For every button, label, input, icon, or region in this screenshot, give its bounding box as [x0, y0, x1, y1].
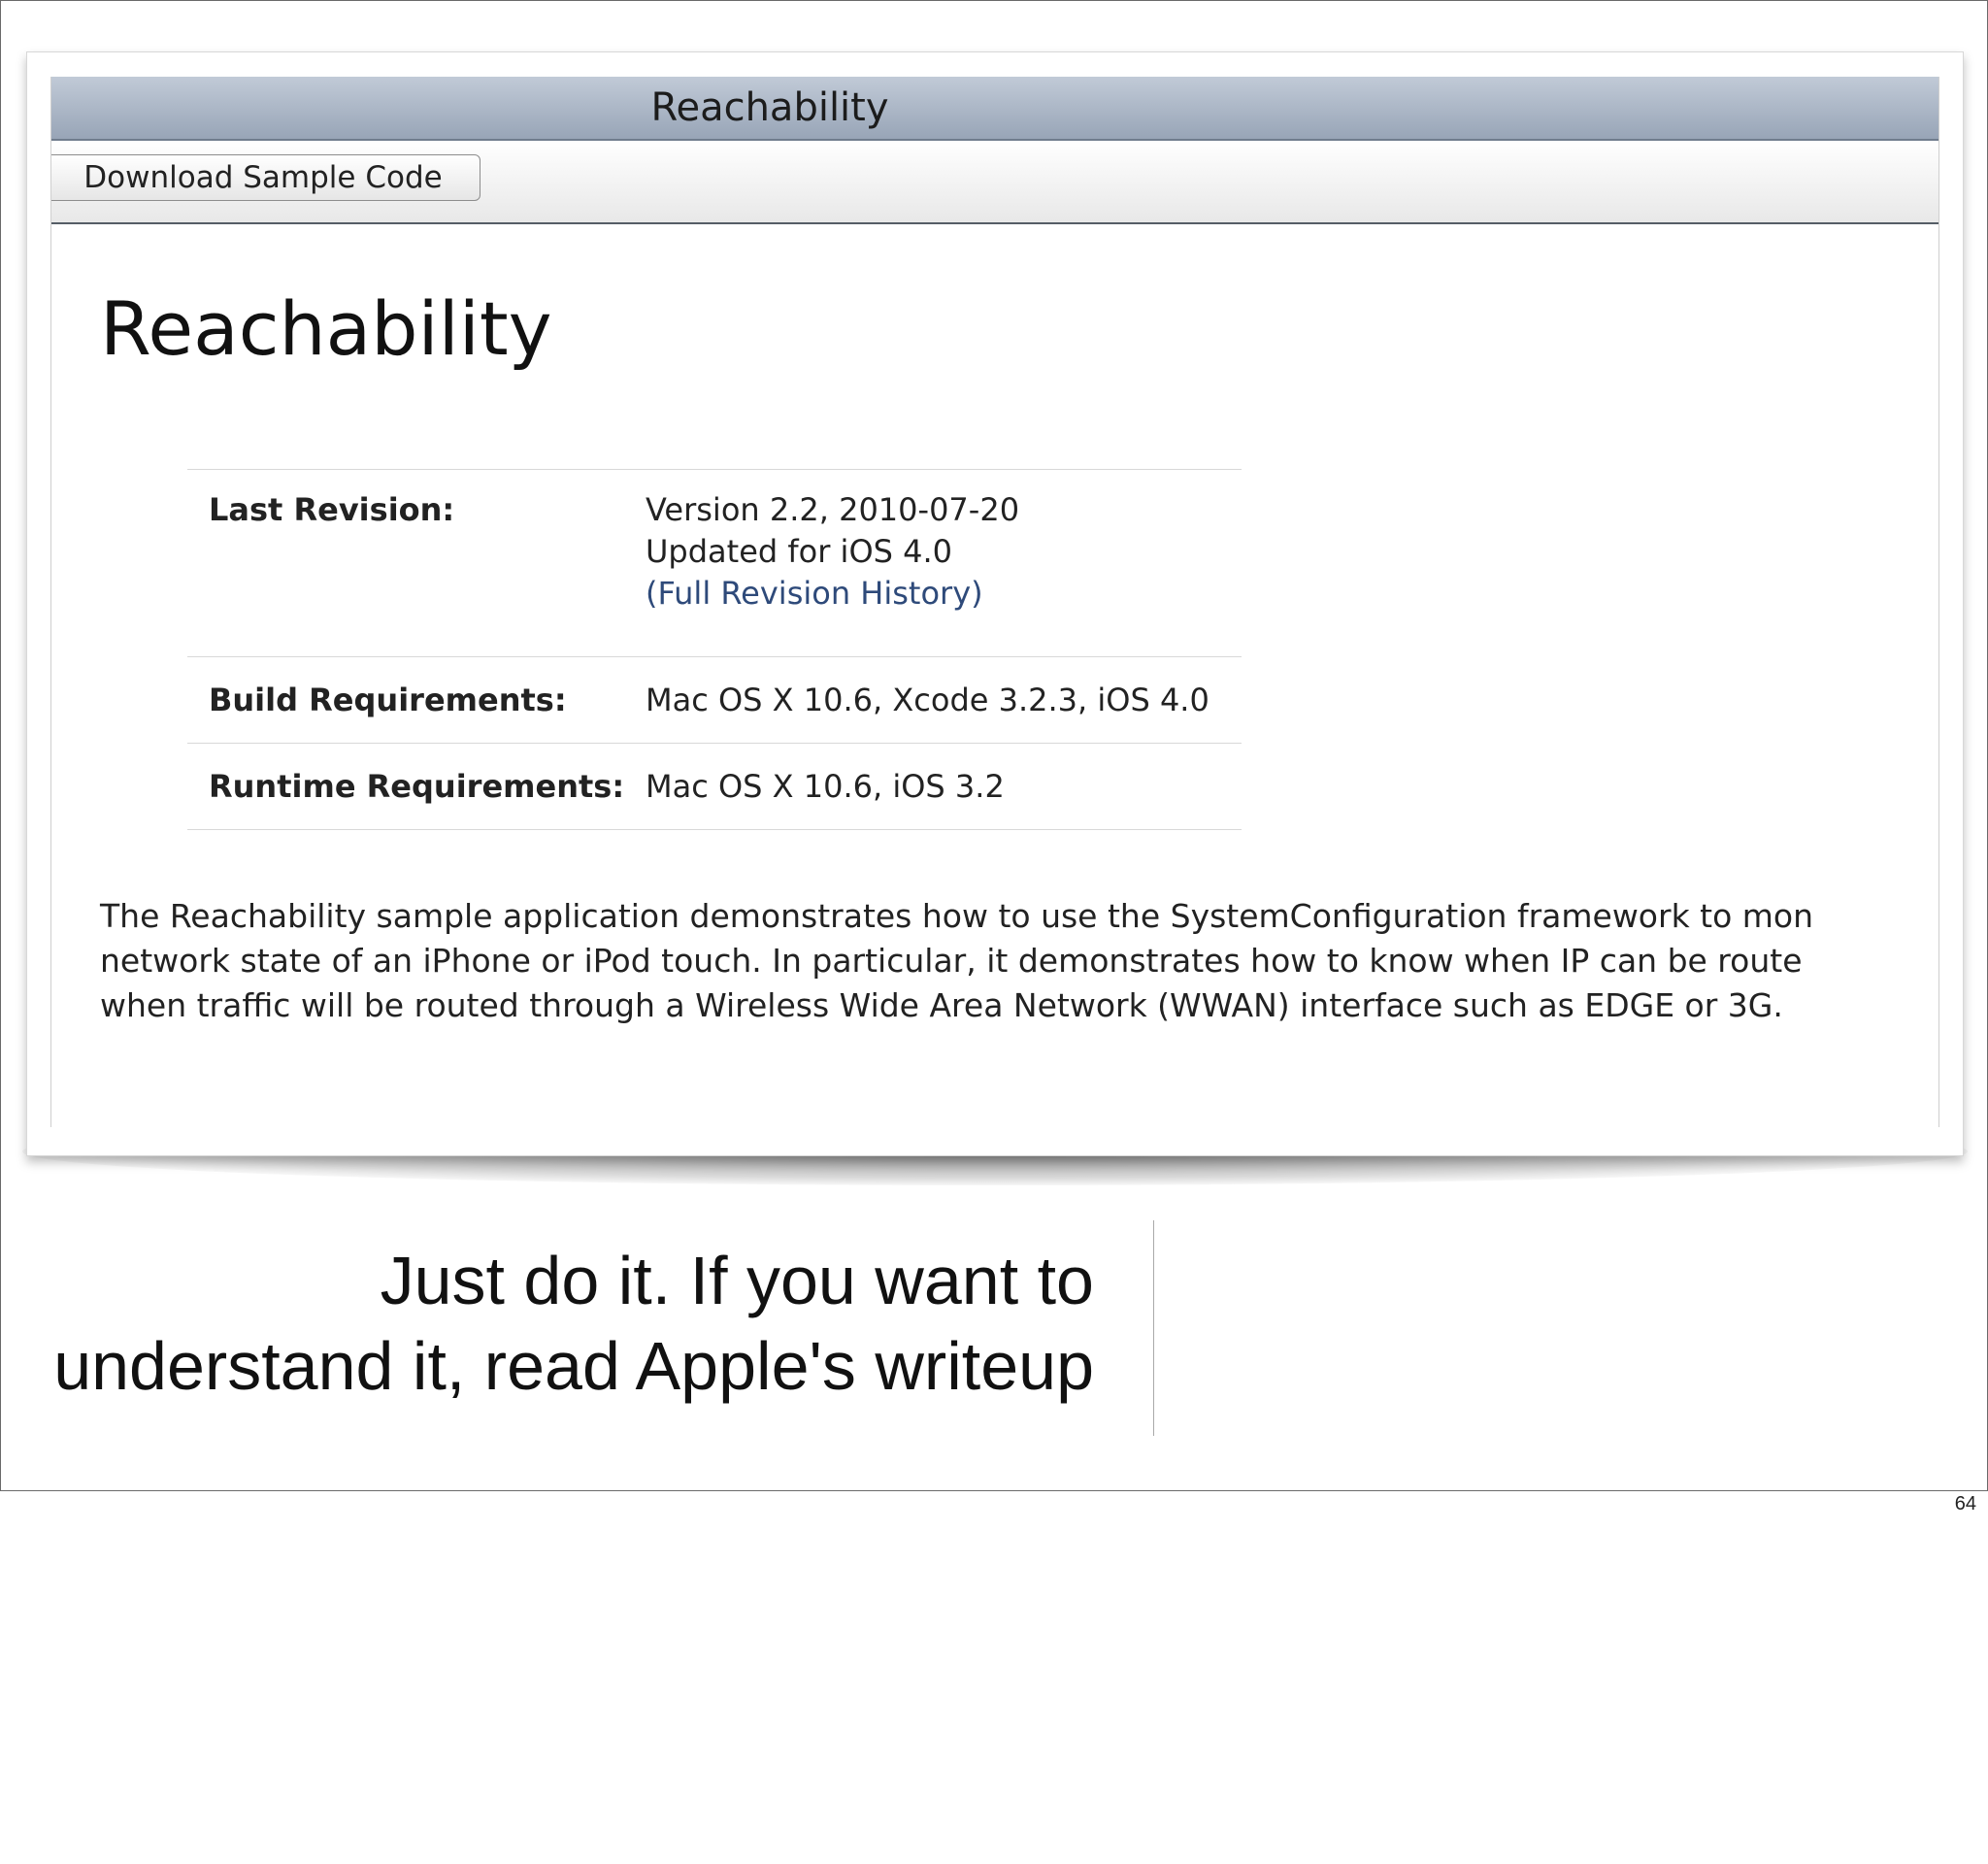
window-title: Reachability	[650, 85, 889, 130]
page-title: Reachability	[100, 285, 552, 372]
build-requirements-label: Build Requirements:	[187, 656, 646, 744]
full-revision-history-link[interactable]: (Full Revision History)	[646, 573, 1242, 615]
slide-caption: Just do it. If you want to understand it…	[20, 1238, 1094, 1409]
slide: Reachability Download Sample Code Reacha…	[0, 0, 1988, 1491]
table-row-last-revision: Last Revision: Version 2.2, 2010-07-20 U…	[187, 469, 1242, 657]
description-line: when traffic will be routed through a Wi…	[100, 986, 1783, 1024]
runtime-requirements-label: Runtime Requirements:	[187, 743, 646, 830]
table-row-runtime-requirements: Runtime Requirements: Mac OS X 10.6, iOS…	[187, 743, 1242, 830]
toolbar: Download Sample Code	[51, 141, 1938, 224]
table-row-build-requirements: Build Requirements: Mac OS X 10.6, Xcode…	[187, 656, 1242, 744]
description-line: network state of an iPhone or iPod touch…	[100, 942, 1803, 980]
documentation-window: Reachability Download Sample Code Reacha…	[50, 77, 1939, 1127]
slide-number: 64	[1954, 1493, 1976, 1514]
last-revision-version: Version 2.2, 2010-07-20	[646, 491, 1020, 528]
runtime-requirements-value: Mac OS X 10.6, iOS 3.2	[646, 743, 1242, 830]
download-sample-code-button[interactable]: Download Sample Code	[51, 154, 480, 201]
last-revision-label: Last Revision:	[187, 469, 646, 657]
window-title-bar: Reachability	[51, 77, 1938, 141]
revision-info-table: Last Revision: Version 2.2, 2010-07-20 U…	[187, 469, 1242, 830]
caption-line-1: Just do it. If you want to	[380, 1243, 1094, 1318]
caption-line-2: understand it, read Apple's writeup	[53, 1328, 1094, 1404]
caption-divider	[1153, 1220, 1154, 1436]
last-revision-value: Version 2.2, 2010-07-20 Updated for iOS …	[646, 469, 1242, 657]
build-requirements-value: Mac OS X 10.6, Xcode 3.2.3, iOS 4.0	[646, 656, 1242, 744]
description-line: The Reachability sample application demo…	[100, 897, 1814, 935]
last-revision-note: Updated for iOS 4.0	[646, 533, 952, 570]
sample-description: The Reachability sample application demo…	[100, 894, 1938, 1028]
